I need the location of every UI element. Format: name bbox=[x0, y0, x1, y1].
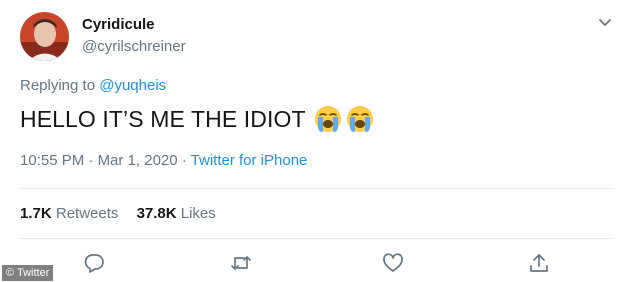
tweet-card: Cyridicule @cyrilschreiner Replying to @… bbox=[0, 0, 634, 282]
user-handle[interactable]: @cyrilschreiner bbox=[82, 38, 186, 55]
tweet-time[interactable]: 10:55 PM bbox=[20, 152, 84, 169]
avatar[interactable] bbox=[20, 12, 69, 61]
loudly-crying-face-icon bbox=[314, 105, 342, 133]
copyright-watermark: © Twitter bbox=[2, 265, 54, 281]
tweet-stats: 1.7K Retweets 37.8K Likes bbox=[20, 205, 230, 222]
replying-to: Replying to @yuqheis bbox=[20, 77, 166, 94]
reply-icon[interactable] bbox=[83, 252, 105, 274]
share-icon[interactable] bbox=[528, 252, 550, 274]
meta-separator: · bbox=[177, 152, 191, 169]
action-bar bbox=[0, 252, 634, 278]
chevron-down-icon[interactable] bbox=[596, 16, 614, 30]
tweet-source-link[interactable]: Twitter for iPhone bbox=[191, 152, 308, 169]
likes-count: 37.8K bbox=[136, 205, 177, 222]
reply-mention-link[interactable]: @yuqheis bbox=[99, 77, 166, 94]
retweets-stat[interactable]: 1.7K Retweets bbox=[20, 205, 118, 222]
retweet-icon[interactable] bbox=[230, 252, 252, 274]
replying-to-label: Replying to bbox=[20, 77, 100, 94]
tweet-meta: 10:55 PM · Mar 1, 2020 · Twitter for iPh… bbox=[20, 152, 307, 169]
tweet-text-content: HELLO IT’S ME THE IDIOT bbox=[20, 105, 306, 132]
divider bbox=[20, 238, 614, 239]
retweets-count: 1.7K bbox=[20, 205, 52, 222]
tweet-text: HELLO IT’S ME THE IDIOT bbox=[20, 105, 374, 133]
display-name[interactable]: Cyridicule bbox=[82, 16, 155, 33]
divider bbox=[20, 188, 614, 189]
like-icon[interactable] bbox=[382, 252, 404, 274]
tweet-date[interactable]: Mar 1, 2020 bbox=[98, 152, 178, 169]
likes-stat[interactable]: 37.8K Likes bbox=[137, 205, 216, 222]
meta-separator: · bbox=[84, 152, 98, 169]
retweets-label: Retweets bbox=[51, 205, 119, 222]
loudly-crying-face-icon bbox=[346, 105, 374, 133]
likes-label: Likes bbox=[176, 205, 216, 222]
